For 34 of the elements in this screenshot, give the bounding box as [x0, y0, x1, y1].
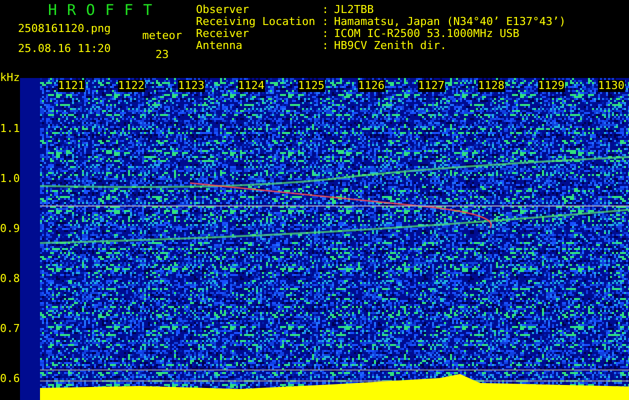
frequency-label: 0.6 [0, 373, 20, 385]
frequency-label: 1.0 [0, 173, 20, 185]
app-title: HROFFT [48, 2, 164, 18]
info-separator: : [322, 28, 330, 40]
info-label: Receiving Location [196, 16, 316, 28]
time-label: 1125 [298, 80, 324, 92]
info-value: JL2TBB [334, 4, 375, 16]
info-label: Receiver [196, 28, 249, 40]
info-value: HB9CV Zenith dir. [334, 40, 448, 52]
frequency-label: 0.8 [0, 273, 20, 285]
info-separator: : [322, 40, 330, 52]
info-label: Observer [196, 4, 250, 16]
meteor-label: meteor [142, 29, 182, 42]
time-label: 1124 [238, 80, 264, 92]
time-label: 1126 [358, 80, 384, 92]
time-label: 1128 [478, 80, 504, 92]
meteor-count: 23 [156, 48, 169, 61]
frequency-label: 0.7 [0, 323, 20, 335]
file-name: 2508161120.png [18, 22, 111, 35]
info-value: Hamamatsu, Japan (N34°40’ E137°43’) [334, 16, 566, 28]
time-label: 1123 [178, 80, 204, 92]
info-label: Antenna [196, 40, 244, 52]
time-label: 1130 [598, 80, 624, 92]
time-label: 1122 [118, 80, 144, 92]
frequency-label: 1.1 [0, 123, 20, 135]
timestamp: 25.08.16 11:20 [18, 42, 111, 55]
frequency-label: 0.9 [0, 223, 20, 235]
time-label: 1129 [538, 80, 564, 92]
info-separator: : [322, 16, 330, 28]
unit-label: kHz [0, 72, 20, 84]
info-separator: : [322, 4, 330, 16]
info-value: ICOM IC-R2500 53.1000MHz USB [334, 28, 520, 40]
time-label: 1121 [58, 80, 84, 92]
time-label: 1127 [418, 80, 444, 92]
